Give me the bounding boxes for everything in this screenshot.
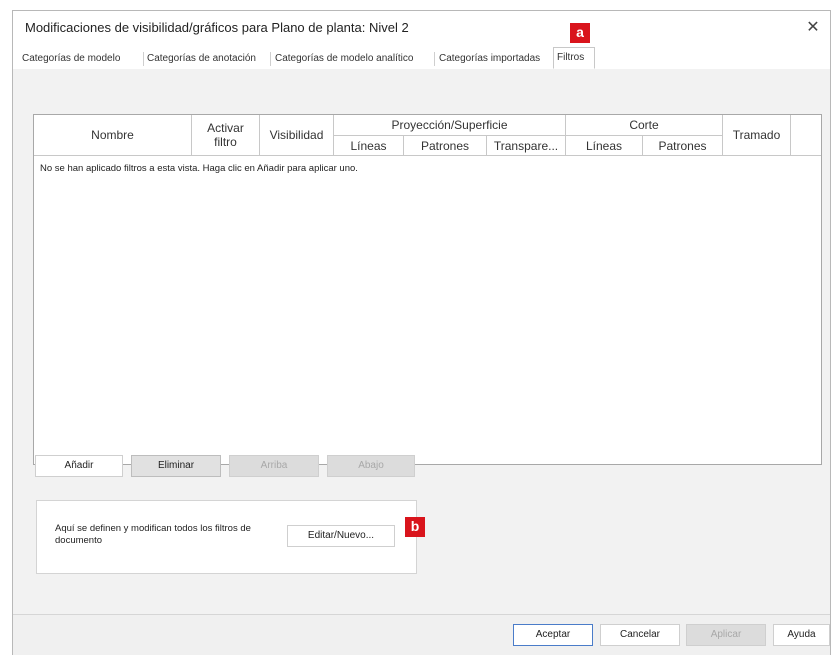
document-filters-info-text: Aquí se definen y modifican todos los fi… (55, 523, 251, 546)
cancel-button[interactable]: Cancelar (600, 624, 680, 646)
tab-separator (270, 52, 271, 66)
header-nombre[interactable]: Nombre (34, 115, 192, 156)
callout-a: a (570, 23, 590, 43)
tab-annotation-categories[interactable]: Categorías de anotación (144, 50, 259, 68)
tab-strip: Categorías de modelo Categorías de anota… (13, 47, 830, 70)
edit-new-filter-button[interactable]: Editar/Nuevo... (287, 525, 395, 547)
visibility-graphics-dialog: Modificaciones de visibilidad/gráficos p… (12, 10, 831, 655)
header-visibilidad[interactable]: Visibilidad (260, 115, 334, 156)
tab-imported-categories[interactable]: Categorías importadas (436, 50, 543, 68)
empty-filters-message: No se han aplicado filtros a esta vista.… (40, 163, 358, 174)
callout-b: b (405, 517, 425, 537)
accept-button[interactable]: Aceptar (513, 624, 593, 646)
move-down-button[interactable]: Abajo (327, 455, 415, 477)
document-filters-info-box: Aquí se definen y modifican todos los fi… (36, 500, 417, 574)
add-filter-button[interactable]: Añadir (35, 455, 123, 477)
header-filler (791, 115, 821, 156)
header-corte-lineas[interactable]: Líneas (566, 136, 643, 156)
header-corte: Corte (566, 115, 723, 136)
header-activar-filtro[interactable]: Activar filtro (192, 115, 260, 156)
close-icon[interactable]: ✕ (802, 17, 824, 39)
help-button[interactable]: Ayuda (773, 624, 830, 646)
tab-model-categories[interactable]: Categorías de modelo (19, 50, 123, 68)
header-proyeccion-transparencia[interactable]: Transpare... (487, 136, 566, 156)
remove-filter-button[interactable]: Eliminar (131, 455, 221, 477)
tab-filters[interactable]: Filtros (553, 47, 595, 69)
dialog-title: Modificaciones de visibilidad/gráficos p… (25, 20, 409, 35)
tab-separator (434, 52, 435, 66)
header-proyeccion-lineas[interactable]: Líneas (334, 136, 404, 156)
tab-analytical-model-categories[interactable]: Categorías de modelo analítico (272, 50, 416, 68)
move-up-button[interactable]: Arriba (229, 455, 319, 477)
header-proyeccion-patrones[interactable]: Patrones (404, 136, 487, 156)
header-corte-patrones[interactable]: Patrones (643, 136, 723, 156)
dialog-footer: Aceptar Cancelar Aplicar Ayuda (13, 614, 830, 655)
filters-panel: Nombre Activar filtro Visibilidad Proyec… (13, 69, 830, 614)
apply-button[interactable]: Aplicar (686, 624, 766, 646)
title-bar: Modificaciones de visibilidad/gráficos p… (13, 11, 830, 47)
header-tramado[interactable]: Tramado (723, 115, 791, 156)
filters-table: Nombre Activar filtro Visibilidad Proyec… (33, 114, 822, 465)
header-proyeccion-superficie: Proyección/Superficie (334, 115, 566, 136)
